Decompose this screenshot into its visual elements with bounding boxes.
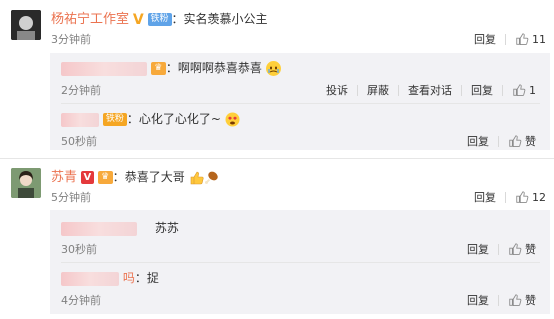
reply-text: 心化了心化了~ [138,112,221,126]
reply-time: 4分钟前 [61,294,101,307]
like-button[interactable]: 1 [512,83,536,97]
blurred-username[interactable] [61,61,147,76]
avatar[interactable] [11,10,41,40]
blurred-username[interactable] [61,112,99,127]
reply-time: 2分钟前 [61,84,101,97]
heart-eyes-emoji-icon [225,112,240,127]
like-button[interactable]: 赞 [508,133,536,149]
blurred-username[interactable] [61,271,119,286]
avatar[interactable] [11,168,41,198]
thumb-up-icon [513,84,526,97]
reply-list: ♛ ：啊啊啊恭喜恭喜 2分钟前 投诉 屏蔽 查看对话 回复 1 铁粉 ：心化了心化了… [50,53,550,150]
username[interactable]: 苏青 [51,170,77,185]
reply-text: 啊啊啊恭喜恭喜 [177,61,262,75]
thumb-up-icon [509,243,522,256]
like-count: 1 [529,83,536,97]
like-button[interactable]: 11 [515,32,546,46]
comment-text: 实名羡慕小公主 [183,12,268,26]
blurred-username[interactable] [61,221,137,236]
reply-time: 50秒前 [61,135,97,148]
comment-time: 5分钟前 [51,191,91,204]
separator [461,84,462,96]
vip-icon: ♛ [97,171,113,184]
fan-badge: 铁粉 [102,113,127,126]
thumbs-up-emoji-icon [189,170,204,185]
username[interactable]: 杨祐宁工作室 [51,12,129,27]
reply-text: 苏苏 [154,221,179,235]
vip-icon: ♛ [150,62,166,75]
reply-button[interactable]: 回复 [474,31,496,47]
view-conversation-button[interactable]: 查看对话 [408,82,452,98]
reply-button[interactable]: 回复 [467,133,489,149]
thumb-up-icon [516,191,529,204]
reply-time: 30秒前 [61,243,97,256]
separator [357,84,358,96]
reply-button[interactable]: 回复 [467,241,489,257]
thumb-up-icon [516,33,529,46]
like-label: 赞 [525,135,536,148]
like-label: 赞 [525,294,536,307]
drumstick-emoji-icon [204,170,219,185]
comment-divider [0,158,554,159]
like-button[interactable]: 12 [515,190,546,204]
like-label: 赞 [525,243,536,256]
thumb-up-icon [509,294,522,307]
report-button[interactable]: 投诉 [326,82,348,98]
reply-button[interactable]: 回复 [471,82,493,98]
like-count: 11 [532,32,546,46]
thumb-up-icon [509,135,522,148]
reply-button[interactable]: 回复 [467,292,489,308]
separator [398,84,399,96]
reply-list: 苏苏 30秒前 回复 赞 吗：捉 4分钟前 回复 赞 [50,210,550,314]
comment-time: 3分钟前 [51,33,91,46]
reply-divider [61,262,540,263]
separator [505,191,506,203]
like-count: 12 [532,190,546,204]
separator [498,135,499,147]
like-button[interactable]: 赞 [508,292,536,308]
comment-text: 恭喜了大哥 [124,170,185,184]
verified-icon: V [80,171,94,184]
fan-badge: 铁粉 [147,13,172,26]
separator [502,84,503,96]
username-suffix[interactable]: 吗 [123,271,135,285]
separator [505,33,506,45]
reply-text: 捉 [146,271,159,285]
reply-divider [61,103,540,104]
like-button[interactable]: 赞 [508,241,536,257]
separator [498,294,499,306]
separator [498,243,499,255]
reply-button[interactable]: 回复 [474,189,496,205]
block-button[interactable]: 屏蔽 [367,82,389,98]
crying-emoji-icon [265,61,281,76]
verified-icon: V [132,11,144,28]
